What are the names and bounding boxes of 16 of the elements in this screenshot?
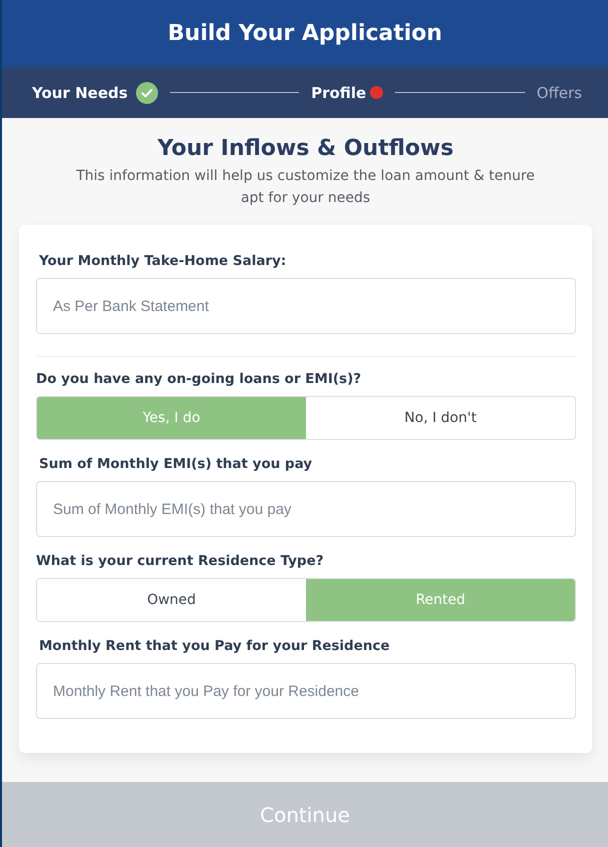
step-label: Offers [536,84,582,102]
option-button[interactable]: Rented [306,579,575,621]
section-subtitle: This information will help us customize the loan amount & tenure apt for your needs [75,167,536,208]
input-field[interactable]: As Per Bank Statement [36,278,576,334]
step-label: Profile [311,84,366,102]
field-label: Your Monthly Take-Home Salary: [39,253,288,269]
step-label: Your Needs [32,84,128,102]
field-label: Monthly Rent that you Pay for your Residence [39,638,391,654]
question-label: What is your current Residence Type? [36,553,325,569]
input-field[interactable]: Monthly Rent that you Pay for your Residence [36,663,576,719]
question-label: Do you have any on-going loans or EMI(s)? [36,371,362,387]
option-button[interactable]: Yes, I do [37,397,306,439]
field-label: Sum of Monthly EMI(s) that you pay [39,456,314,472]
page-title: Build Your Application [168,21,442,46]
input-field[interactable]: Sum of Monthly EMI(s) that you pay [36,481,576,537]
section-title: Your Inflows & Outflows [157,136,454,161]
